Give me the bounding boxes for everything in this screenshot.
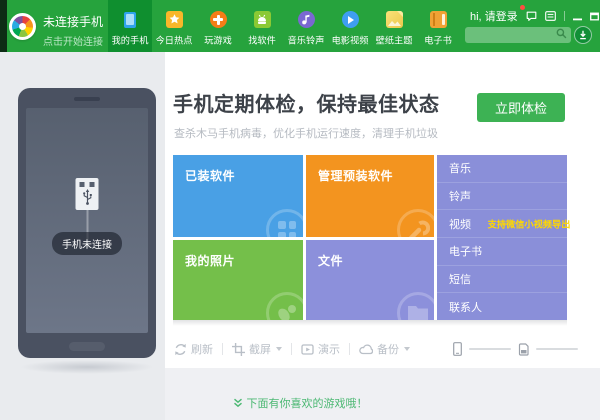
apps-grid-icon <box>266 209 303 237</box>
wrench-icon <box>397 209 434 237</box>
wechat-video-export-badge: 支持微信小视频导出 <box>488 217 571 231</box>
app-window: 未连接手机 点击开始连接 我的手机 今日热点 <box>0 0 600 420</box>
download-icon <box>578 30 588 40</box>
maximize-button[interactable] <box>590 12 599 21</box>
presentation-icon <box>301 343 314 356</box>
tab-apps[interactable]: 找软件 <box>240 0 284 52</box>
tile-my-photos[interactable]: 我的照片 <box>173 240 303 320</box>
footer-strip <box>165 368 600 420</box>
screenshot-button[interactable]: 截屏 <box>232 341 282 357</box>
tile-installed-apps[interactable]: 已装软件 <box>173 155 303 237</box>
device-connect-selector[interactable]: 未连接手机 点击开始连接 <box>9 13 116 48</box>
tile-files[interactable]: 文件 <box>306 240 434 320</box>
category-music[interactable]: 音乐 <box>437 155 567 183</box>
category-panel: 音乐 铃声 视频 支持微信小视频导出 电子书 短信 联系人 <box>437 155 567 320</box>
tab-my-phone[interactable]: 我的手机 <box>108 0 152 52</box>
search-input[interactable] <box>465 29 556 41</box>
phone-home-button <box>69 342 105 351</box>
demo-button[interactable]: 演示 <box>301 341 340 357</box>
phone-icon <box>122 11 139 28</box>
tiles-shadow <box>173 320 567 326</box>
search-box <box>465 27 571 43</box>
caret-down-icon <box>404 347 410 351</box>
star-icon <box>166 11 183 28</box>
android-icon <box>254 11 271 28</box>
connection-status: 未连接手机 <box>43 13 116 30</box>
backup-button[interactable]: 备份 <box>359 341 410 357</box>
tile-preinstalled-apps[interactable]: 管理预装软件 <box>306 155 434 237</box>
connection-status-text: 未连接手机 <box>43 13 103 30</box>
search-icon[interactable] <box>556 26 567 44</box>
sdcard-storage-icon <box>518 343 529 356</box>
games-promo-link[interactable]: 下面有你喜欢的游戏哦！ <box>0 395 600 411</box>
category-sms[interactable]: 短信 <box>437 266 567 294</box>
login-link[interactable]: hi, 请登录 <box>470 8 518 24</box>
window-corner <box>0 0 7 52</box>
account-row: hi, 请登录 <box>470 9 600 23</box>
category-contacts[interactable]: 联系人 <box>437 293 567 320</box>
phone-illustration: 手机未连接 <box>18 88 156 358</box>
crop-icon <box>232 343 245 356</box>
refresh-icon <box>174 343 187 356</box>
tab-games[interactable]: 玩游戏 <box>196 0 240 52</box>
tab-today-hot[interactable]: 今日热点 <box>152 0 196 52</box>
category-ebooks[interactable]: 电子书 <box>437 238 567 266</box>
sdcard-storage-bar <box>536 348 578 350</box>
phone-speaker <box>74 97 100 101</box>
refresh-button[interactable]: 刷新 <box>174 341 213 357</box>
phone-reflection <box>20 360 154 374</box>
double-chevron-down-icon <box>233 398 243 408</box>
phone-storage-icon <box>453 342 462 356</box>
tab-movies-videos[interactable]: 电影视频 <box>328 0 372 52</box>
photos-icon <box>266 292 303 320</box>
hero-subtitle: 查杀木马手机病毒，优化手机运行速度，清理手机垃圾 <box>174 125 438 141</box>
gamepad-icon <box>210 11 227 28</box>
phone-storage-bar <box>469 348 511 350</box>
phone-status-badge: 手机未连接 <box>52 232 122 255</box>
tab-music-ringtones[interactable]: 音乐铃声 <box>284 0 328 52</box>
play-icon <box>342 11 359 28</box>
checkup-now-button[interactable]: 立即体检 <box>477 93 565 122</box>
category-ringtones[interactable]: 铃声 <box>437 183 567 211</box>
folder-icon <box>397 292 434 320</box>
device-toolbar: 刷新 截屏 演示 <box>174 341 410 357</box>
minimize-button[interactable] <box>573 12 582 21</box>
main-menu-icon[interactable] <box>545 11 556 21</box>
wallpaper-icon <box>386 11 403 28</box>
app-logo-icon <box>9 13 36 40</box>
connection-hint: 点击开始连接 <box>43 33 116 48</box>
feedback-chat-icon[interactable] <box>526 11 537 22</box>
main-content: 手机定期体检，保持最佳状态 查杀木马手机病毒，优化手机运行速度，清理手机垃圾 立… <box>165 52 600 368</box>
category-videos[interactable]: 视频 支持微信小视频导出 <box>437 210 567 238</box>
caret-down-icon <box>276 347 282 351</box>
phone-screen: 手机未连接 <box>26 108 148 333</box>
tab-ebooks[interactable]: 电子书 <box>416 0 460 52</box>
hero-title: 手机定期体检，保持最佳状态 <box>173 88 440 117</box>
book-icon <box>430 11 447 28</box>
notification-dot <box>520 5 525 10</box>
device-panel: 手机未连接 <box>0 52 165 420</box>
divider <box>564 11 565 21</box>
storage-indicators <box>453 341 578 357</box>
tab-wallpaper-themes[interactable]: 壁纸主题 <box>372 0 416 52</box>
cloud-icon <box>359 343 373 355</box>
music-note-icon <box>298 11 315 28</box>
download-manager-button[interactable] <box>574 26 592 44</box>
header-bar: 未连接手机 点击开始连接 我的手机 今日热点 <box>0 0 600 52</box>
